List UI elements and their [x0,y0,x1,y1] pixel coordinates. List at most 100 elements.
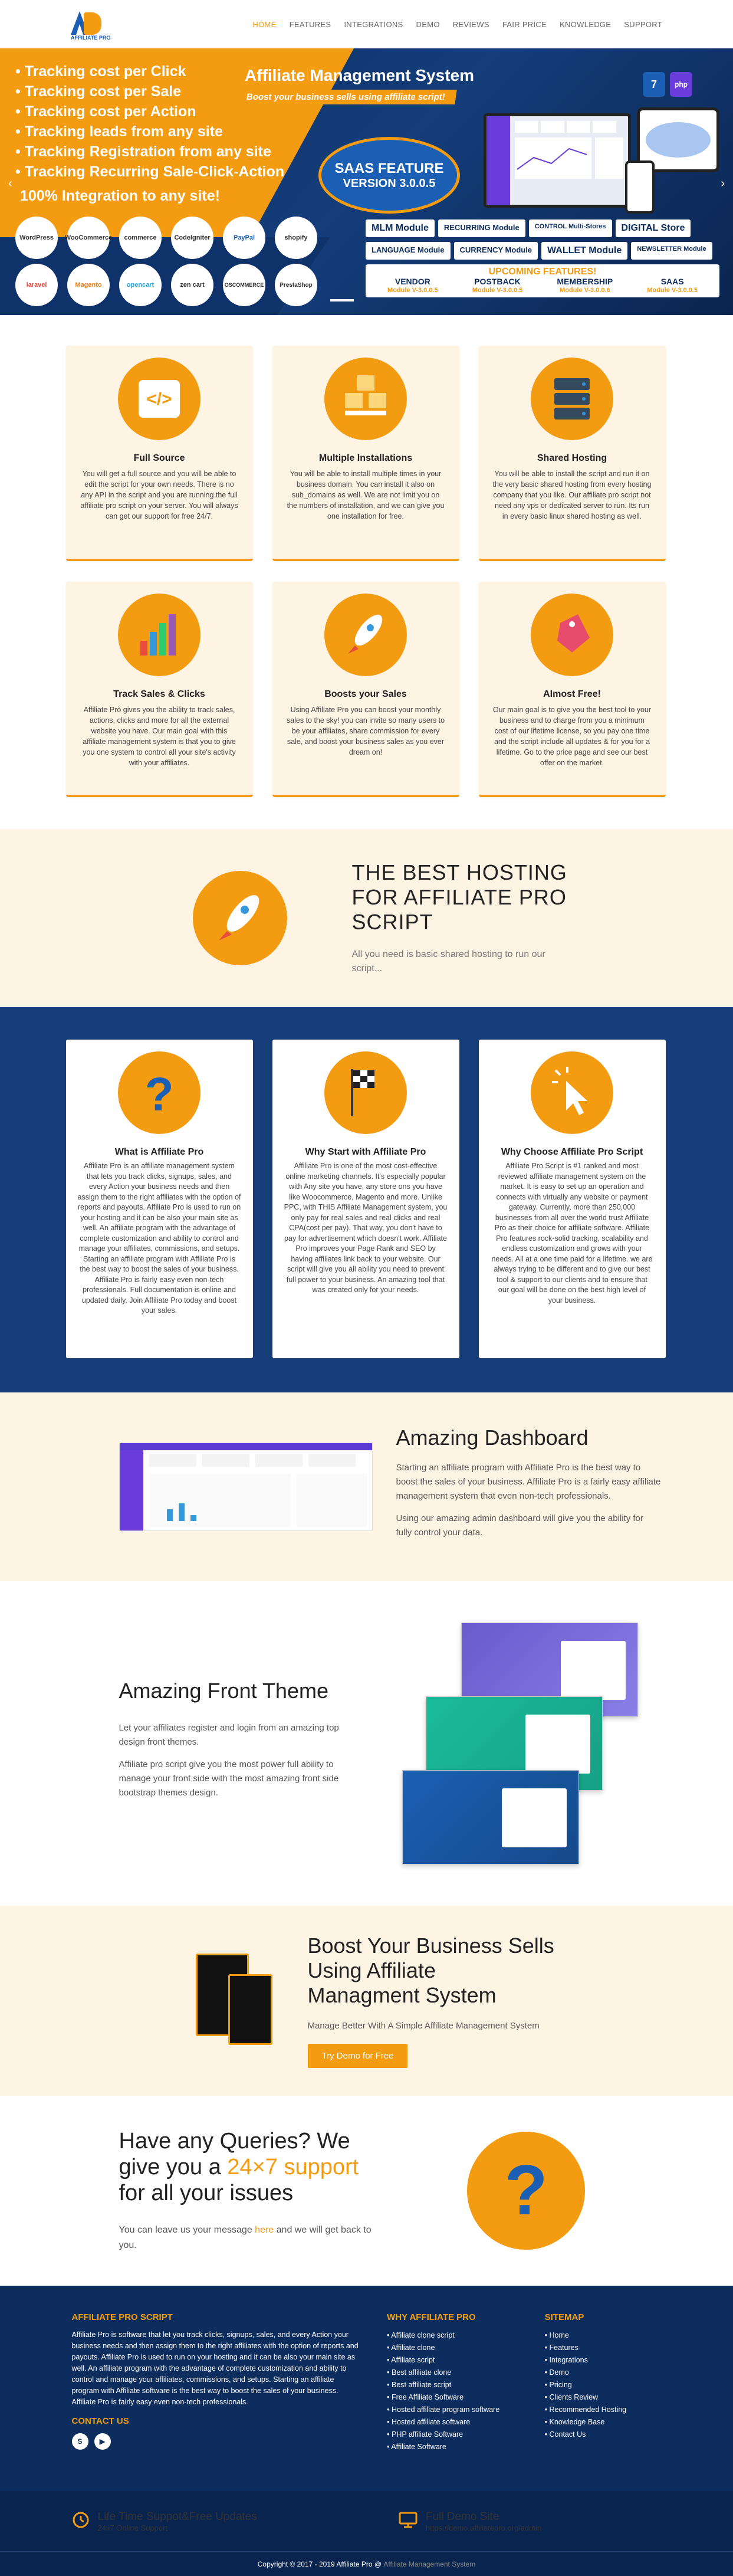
upcoming-item: POSTBACK Module V-3.0.0.5 [472,277,523,294]
feature-card: Boosts your Sales Using Affiliate Pro yo… [272,582,459,797]
demo-info: Full Demo Site https://demo.affiliatepro.… [399,2511,541,2532]
codeigniter-logo: CodeIgniter [171,217,213,259]
copyright-bar: Copyright © 2017 - 2019 Affiliate Pro @ … [0,2551,733,2576]
cursor-click-icon [531,1051,613,1134]
copyright-text: Copyright © 2017 - 2019 Affiliate Pro @ [257,2559,382,2568]
module-badge: WALLET Module [541,242,628,260]
youtube-icon[interactable]: ▶ [94,2433,111,2450]
flag-icon [324,1051,407,1134]
hero-feature: Tracking Recurring Sale-Click-Action [15,162,284,182]
footer-link[interactable]: Hosted affiliate program software [387,2404,521,2416]
tech-badges: 7 php [643,72,692,97]
magento-logo: Magento [67,264,110,306]
footer-link[interactable]: Affiliate clone [387,2342,521,2354]
hosting-title: THE BEST HOSTING FOR AFFILIATE PRO SCRIPT [351,860,567,934]
menu-features[interactable]: FEATURES [290,20,331,29]
hosting-text: All you need is basic shared hosting to … [351,949,545,974]
laptop-screen [484,113,631,208]
footer-link[interactable]: Best affiliate clone [387,2367,521,2379]
logo-text: AFFILIATE PRO [71,35,111,41]
sitemap-link[interactable]: Knowledge Base [545,2416,662,2428]
sitemap-link[interactable]: Contact Us [545,2428,662,2441]
footer-link[interactable]: Affiliate clone script [387,2329,521,2342]
footer-link[interactable]: Affiliate script [387,2354,521,2367]
saas-badge-version: VERSION 3.0.0.5 [343,176,436,190]
menu-knowledge[interactable]: KNOWLEDGE [560,20,611,29]
sitemap-link[interactable]: Features [545,2342,662,2354]
menu-reviews[interactable]: REVIEWS [453,20,489,29]
footer-about-title: AFFILIATE PRO SCRIPT [71,2312,173,2322]
menu-home[interactable]: HOME [252,20,276,29]
feature-title: Multiple Installations [318,453,413,463]
hero-feature-list: Tracking cost per Click Tracking cost pe… [15,61,284,182]
support-info-title: Life Time Suppot&Free Updates [97,2510,257,2523]
php-badge: php [670,72,692,97]
carousel-prev-icon[interactable]: ‹ [8,177,12,191]
upcoming-features: UPCOMING FEATURES! VENDOR Module V-3.0.0.… [366,264,719,297]
menu-integrations[interactable]: INTEGRATIONS [344,20,403,29]
boost-section: Boost Your Business Sells Using Affiliate… [0,1906,733,2096]
why-text: Affiliate Pro is one of the most cost-ef… [284,1162,448,1294]
svg-text:</>: </> [146,389,172,409]
support-info: Life Time Suppot&Free Updates 24x7 Online… [72,2511,257,2532]
sitemap-link[interactable]: Demo [545,2367,662,2379]
front-text: Affiliate pro script give you the most p… [119,1759,339,1798]
contact-here-link[interactable]: here [255,2225,274,2235]
rocket-icon [324,594,407,676]
feature-card: Shared Hosting You will be able to insta… [478,346,666,561]
try-demo-button[interactable]: Try Demo for Free [307,2044,408,2068]
carousel-indicator[interactable] [330,299,354,301]
version-7-badge: 7 [643,72,665,97]
skype-icon[interactable]: S [71,2433,88,2450]
front-title: Amazing Front Theme [119,1679,328,1703]
carousel-next-icon[interactable]: › [721,177,725,191]
menu-fair-price[interactable]: FAIR PRICE [502,20,547,29]
server-icon [531,358,613,440]
footer-link[interactable]: Best affiliate script [387,2379,521,2391]
why-text: Affiliate Pro is an affiliate management… [77,1162,241,1315]
hero-feature: Tracking Registration from any site [15,142,284,162]
sitemap-link[interactable]: Clients Review [545,2391,662,2404]
sitemap-link[interactable]: Recommended Hosting [545,2404,662,2416]
demo-url-link[interactable]: https://demo.affiliatepro.org/admin [426,2523,541,2532]
theme-preview [402,1770,579,1864]
menu-support[interactable]: SUPPORT [624,20,662,29]
features-section: </> Full Source You will get a full sour… [0,315,733,829]
sitemap-link[interactable]: Integrations [545,2354,662,2367]
modules-panel: MLM Module RECURRING Module CONTROL Mult… [366,219,719,297]
footer-why-title: WHY AFFILIATE PRO [387,2312,476,2322]
hero-feature: Tracking leads from any site [15,122,284,142]
feature-card: </> Full Source You will get a full sour… [65,346,253,561]
why-title: Why Choose Affiliate Pro Script [501,1147,643,1157]
hosting-section: THE BEST HOSTING FOR AFFILIATE PRO SCRIPT … [0,829,733,1007]
phone-screen [625,160,655,214]
dashboard-title: Amazing Dashboard [396,1425,589,1450]
theme-screenshots [402,1623,650,1864]
copyright-link[interactable]: Affiliate Management System [383,2560,475,2568]
upcoming-item: SAAS Module V-3.0.0.5 [647,277,698,294]
footer-link[interactable]: Hosted affiliate software [387,2416,521,2428]
question-icon: ? [118,1051,200,1134]
opencart-logo: opencart [119,264,162,306]
feature-card: Almost Free! Our main goal is to give yo… [478,582,666,797]
product-box-image [195,1954,272,2048]
sitemap-link[interactable]: Home [545,2329,662,2342]
support-section: Have any Queries? We give you a 24×7 supp… [0,2096,733,2286]
zencart-logo: zen cart [171,264,213,306]
hero-feature: Tracking cost per Action [15,101,284,122]
front-text: Let your affiliates register and login f… [119,1723,339,1747]
footer-link[interactable]: Affiliate Software [387,2441,521,2453]
footer-link[interactable]: PHP affiliate Software [387,2428,521,2441]
question-icon: ? [466,2132,585,2250]
footer-about-text: Affiliate Pro is software that let you t… [71,2331,359,2406]
sitemap-link[interactable]: Pricing [545,2379,662,2391]
footer-sitemap: SITEMAP Home Features Integrations Demo … [545,2312,662,2453]
dashboard-text: Starting an affiliate program with Affil… [396,1463,661,1501]
footer: AFFILIATE PRO SCRIPT Affiliate Pro is so… [0,2286,733,2491]
upcoming-title: UPCOMING FEATURES! [488,267,597,277]
footer-link[interactable]: Free Affiliate Software [387,2391,521,2404]
site-logo[interactable]: AFFILIATE PRO [71,11,110,41]
svg-text:?: ? [145,1068,174,1120]
menu-demo[interactable]: DEMO [416,20,440,29]
front-theme-section: Amazing Front Theme Let your affiliates … [0,1581,733,1906]
